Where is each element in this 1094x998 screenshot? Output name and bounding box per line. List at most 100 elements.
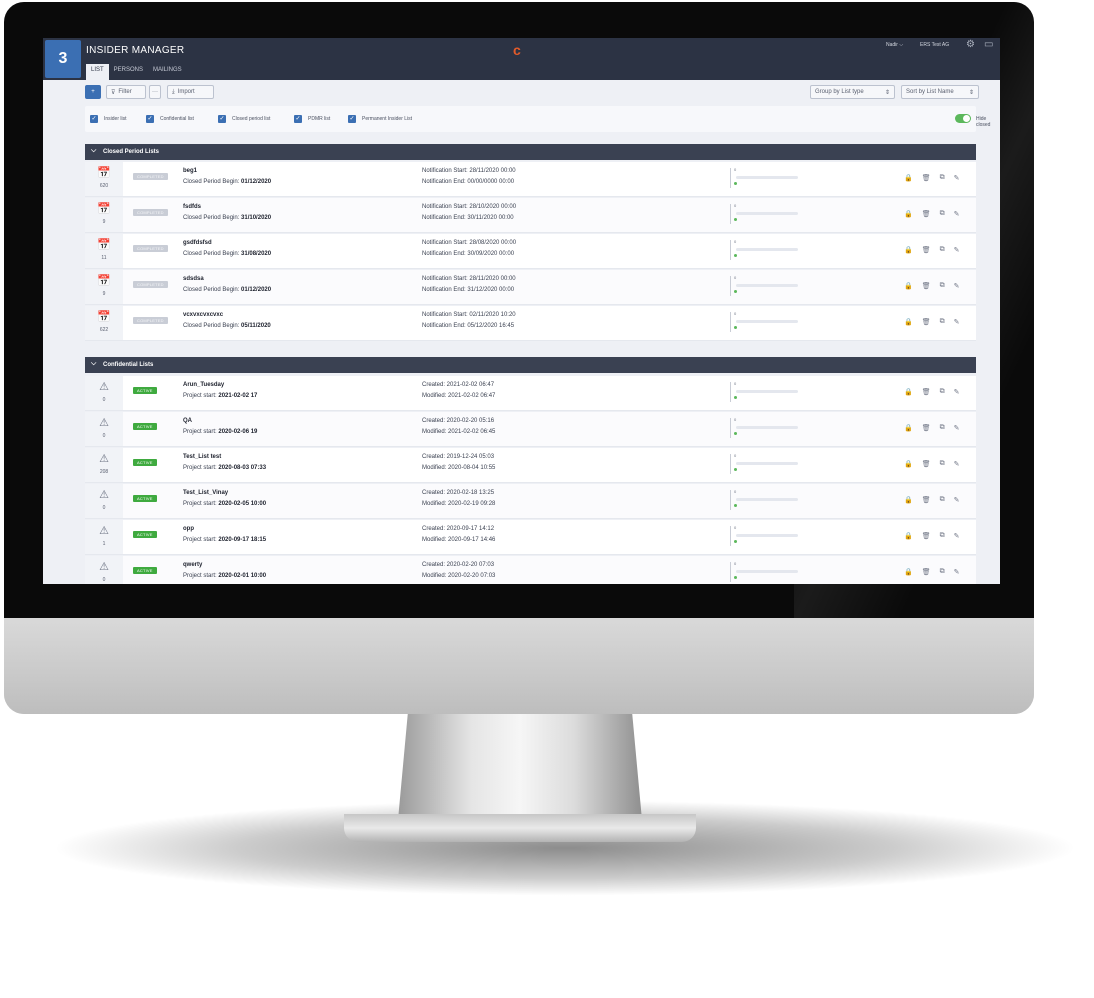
list-row[interactable]: ⚠ 0 ACTIVE QA Project start: 2020-02-06 … xyxy=(85,412,976,447)
list-row[interactable]: 📅 9 COMPLETED sdsdsa Closed Period Begin… xyxy=(85,270,976,305)
list-name[interactable]: qwerty xyxy=(183,562,202,568)
edit-icon[interactable]: ✎ xyxy=(954,174,960,182)
add-button[interactable]: + xyxy=(85,85,101,99)
lock-icon[interactable]: 🔒 xyxy=(904,282,913,290)
edit-icon[interactable]: ✎ xyxy=(954,388,960,396)
copy-icon[interactable]: ⧉ xyxy=(940,388,945,396)
group-header-confidential[interactable]: ⌵ Confidential Lists xyxy=(85,357,976,373)
copy-icon[interactable]: ⧉ xyxy=(940,496,945,504)
filter-permanent-insider-list[interactable]: ✓ Permanent Insider List xyxy=(348,115,412,123)
list-meta-start: Created: 2020-02-20 05:16 xyxy=(422,418,495,424)
filter-pdmr-list[interactable]: ✓ PDMR list xyxy=(294,115,330,123)
copy-icon[interactable]: ⧉ xyxy=(940,568,945,576)
copy-icon[interactable]: ⧉ xyxy=(940,174,945,182)
import-button[interactable]: ⤓ Import xyxy=(167,85,214,99)
lock-icon[interactable]: 🔒 xyxy=(904,532,913,540)
archive-icon[interactable]: 🗑 xyxy=(922,424,931,432)
filter-confidential-list[interactable]: ✓ Confidential list xyxy=(146,115,194,123)
edit-icon[interactable]: ✎ xyxy=(954,496,960,504)
edit-icon[interactable]: ✎ xyxy=(954,282,960,290)
list-row[interactable]: 📅 11 COMPLETED gsdfdsfsd Closed Period B… xyxy=(85,234,976,269)
list-meta-end: Notification End: 00/00/0000 00:00 xyxy=(422,179,515,185)
edit-icon[interactable]: ✎ xyxy=(954,460,960,468)
copy-icon[interactable]: ⧉ xyxy=(940,318,945,326)
edit-icon[interactable]: ✎ xyxy=(954,246,960,254)
list-row[interactable]: ⚠ 0 ACTIVE qwerty Project start: 2020-02… xyxy=(85,556,976,584)
list-row[interactable]: ⚠ 0 ACTIVE Test_List_Vinay Project start… xyxy=(85,484,976,519)
list-row[interactable]: 📅 620 COMPLETED beg1 Closed Period Begin… xyxy=(85,162,976,197)
logo-icon[interactable]: 3 xyxy=(45,40,81,78)
list-name[interactable]: Arun_Tuesday xyxy=(183,382,224,388)
archive-icon[interactable]: 🗑 xyxy=(922,388,931,396)
sort-select[interactable]: Sort by List Name ⇕ xyxy=(901,85,979,99)
copy-icon[interactable]: ⧉ xyxy=(940,210,945,218)
list-meta-end: Modified: 2021-02-02 06:47 xyxy=(422,393,496,399)
list-start: Project start: 2020-02-01 10:00 xyxy=(183,573,267,579)
list-name[interactable]: sdsdsa xyxy=(183,276,204,282)
archive-icon[interactable]: 🗑 xyxy=(922,460,931,468)
archive-icon[interactable]: 🗑 xyxy=(922,246,931,254)
list-name[interactable]: QA xyxy=(183,418,192,424)
lock-icon[interactable]: 🔒 xyxy=(904,318,913,326)
member-count: 1 xyxy=(102,541,106,547)
lock-icon[interactable]: 🔒 xyxy=(904,496,913,504)
lock-icon[interactable]: 🔒 xyxy=(904,388,913,396)
list-name[interactable]: vcxvxcvxcvxc xyxy=(183,312,223,318)
lock-icon[interactable]: 🔒 xyxy=(904,174,913,182)
gear-icon[interactable]: ⚙ xyxy=(966,39,975,50)
list-row[interactable]: ⚠ 0 ACTIVE Arun_Tuesday Project start: 2… xyxy=(85,376,976,411)
list-name[interactable]: gsdfdsfsd xyxy=(183,240,212,246)
progress-indicator: 0 xyxy=(730,453,800,476)
list-start: Project start: 2021-02-02 17 xyxy=(183,393,258,399)
messages-icon[interactable]: ▭ xyxy=(984,39,993,50)
user-menu[interactable]: Nadir ⌵ xyxy=(886,42,903,48)
list-meta-end: Notification End: 05/12/2020 16:45 xyxy=(422,323,515,329)
list-row[interactable]: ⚠ 1 ACTIVE opp Project start: 2020-09-17… xyxy=(85,520,976,555)
archive-icon[interactable]: 🗑 xyxy=(922,496,931,504)
copy-icon[interactable]: ⧉ xyxy=(940,532,945,540)
filter-closed-period-list[interactable]: ✓ Closed period list xyxy=(218,115,270,123)
copy-icon[interactable]: ⧉ xyxy=(940,246,945,254)
list-name[interactable]: fsdfds xyxy=(183,204,201,210)
archive-icon[interactable]: 🗑 xyxy=(922,282,931,290)
lock-icon[interactable]: 🔒 xyxy=(904,424,913,432)
list-name[interactable]: beg1 xyxy=(183,168,197,174)
archive-icon[interactable]: 🗑 xyxy=(922,174,931,182)
archive-icon[interactable]: 🗑 xyxy=(922,210,931,218)
row-actions: 🔒 🗑 ⧉ ✎ xyxy=(904,174,959,182)
progress-indicator: 0 xyxy=(730,203,800,226)
group-by-select[interactable]: Group by List type ⇕ xyxy=(810,85,895,99)
archive-icon[interactable]: 🗑 xyxy=(922,568,931,576)
edit-icon[interactable]: ✎ xyxy=(954,424,960,432)
list-row[interactable]: 📅 622 COMPLETED vcxvxcvxcvxc Closed Peri… xyxy=(85,306,976,341)
group-header-closed-period[interactable]: ⌵ Closed Period Lists xyxy=(85,144,976,160)
copy-icon[interactable]: ⧉ xyxy=(940,282,945,290)
tab-list[interactable]: LIST xyxy=(86,64,109,80)
edit-icon[interactable]: ✎ xyxy=(954,568,960,576)
archive-icon[interactable]: 🗑 xyxy=(922,318,931,326)
lock-icon[interactable]: 🔒 xyxy=(904,210,913,218)
edit-icon[interactable]: ✎ xyxy=(954,532,960,540)
filter-insider-list[interactable]: ✓ Insider list xyxy=(90,115,127,123)
filter-button[interactable]: ⊽ Filter xyxy=(106,85,146,99)
archive-icon[interactable]: 🗑 xyxy=(922,532,931,540)
list-name[interactable]: opp xyxy=(183,526,194,532)
lock-icon[interactable]: 🔒 xyxy=(904,246,913,254)
list-name[interactable]: Test_List_Vinay xyxy=(183,490,228,496)
tab-persons[interactable]: PERSONS xyxy=(109,64,148,80)
edit-icon[interactable]: ✎ xyxy=(954,318,960,326)
copy-icon[interactable]: ⧉ xyxy=(940,460,945,468)
progress-indicator: 0 xyxy=(730,489,800,512)
list-name[interactable]: Test_List test xyxy=(183,454,221,460)
lock-icon[interactable]: 🔒 xyxy=(904,460,913,468)
copy-icon[interactable]: ⧉ xyxy=(940,424,945,432)
list-row[interactable]: ⚠ 208 ACTIVE Test_List test Project star… xyxy=(85,448,976,483)
tab-mailings[interactable]: MAILINGS xyxy=(148,64,187,80)
lock-icon[interactable]: 🔒 xyxy=(904,568,913,576)
more-button[interactable]: ··· xyxy=(149,85,161,99)
member-count: 0 xyxy=(102,505,106,511)
hide-closed-toggle[interactable] xyxy=(955,114,971,123)
member-count: 9 xyxy=(102,219,106,225)
list-row[interactable]: 📅 9 COMPLETED fsdfds Closed Period Begin… xyxy=(85,198,976,233)
edit-icon[interactable]: ✎ xyxy=(954,210,960,218)
